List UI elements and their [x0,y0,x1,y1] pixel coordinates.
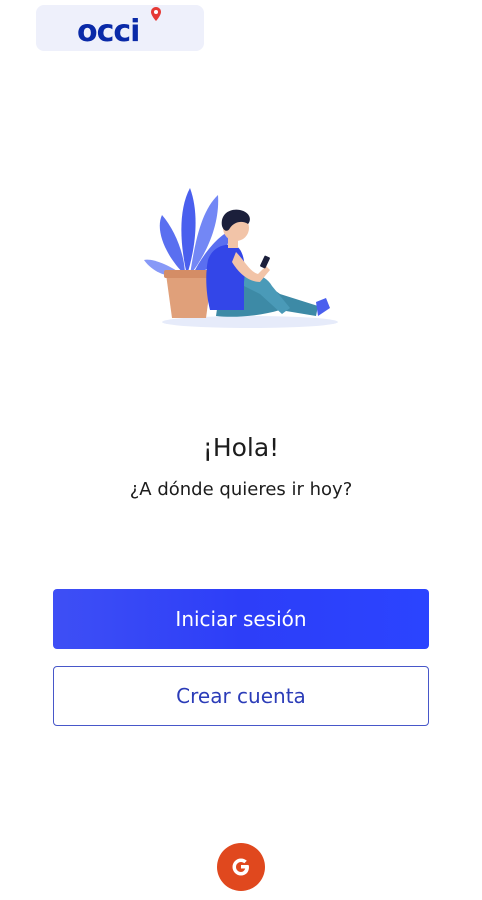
greeting-title: ¡Hola! [202,433,280,462]
brand-logo: occi [36,5,204,51]
greeting-subtitle: ¿A dónde quieres ir hoy? [129,479,353,500]
location-pin-icon [151,7,161,21]
person-with-plant-illustration [144,188,338,328]
google-signin-button[interactable] [217,843,265,891]
google-icon [232,858,249,876]
login-button[interactable]: Iniciar sesión [53,589,429,649]
create-account-button[interactable]: Crear cuenta [53,666,429,726]
welcome-screen: occi ¡Hola! ¿A dónde quieres ir hoy? Ini… [0,0,482,900]
logo-wordmark: occi [77,14,140,49]
